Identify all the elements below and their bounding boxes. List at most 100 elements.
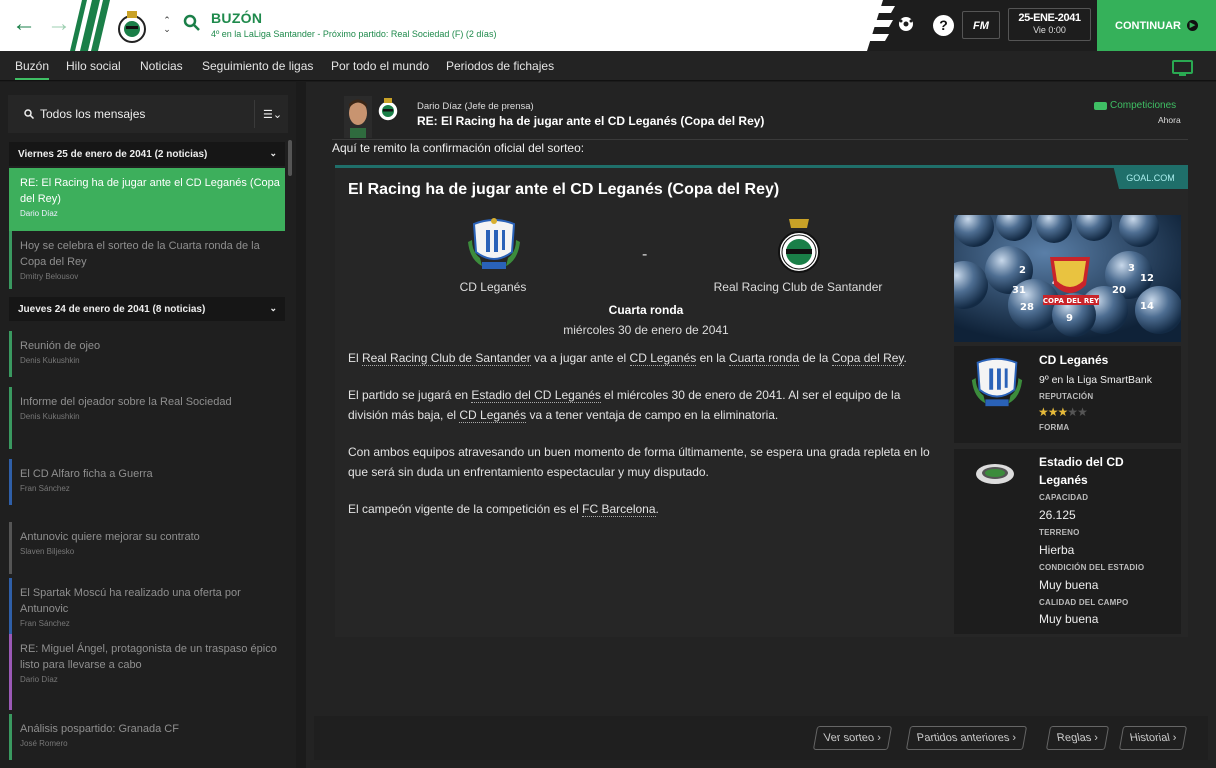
article-paragraph: El campeón vigente de la competición es … [348,499,938,519]
message-filter[interactable]: Todos los mensajes ☰⌄ [8,95,288,133]
team-link[interactable]: CD Leganés [629,351,697,366]
chevron-down-icon: ⌄ [269,303,277,313]
capacity-label: CAPACIDAD [1039,493,1089,502]
list-item[interactable]: Antunovic quiere mejorar su contrato Sla… [9,522,285,574]
list-item[interactable]: Reunión de ojeo Denis Kukushkin [9,331,285,377]
history-button[interactable]: Historial › [1118,726,1188,750]
game-date-display[interactable]: 25-ENE-2041 Vie 0:00 [1008,8,1091,41]
stadium-info-card[interactable]: Estadio del CD Leganés CAPACIDAD 26.125 … [954,449,1181,634]
date-group-label: Viernes 25 de enero de 2041 (2 noticias) [18,149,208,160]
button-label: Partidos anteriores [915,732,1011,744]
header-stripes-decoration [70,0,110,51]
date-group-header[interactable]: Viernes 25 de enero de 2041 (2 noticias)… [9,142,285,166]
sort-menu-icon[interactable]: ☰⌄ [263,108,282,121]
tab-buzon[interactable]: Buzón [15,59,50,80]
continue-label: CONTINUAR [1115,19,1181,32]
message-title: Hoy se celebra el sorteo de la Cuarta ro… [20,240,260,268]
stadium-link[interactable]: Estadio del CD Leganés [471,388,601,403]
tab-periodos-fichajes[interactable]: Periodos de fichajes [446,59,554,73]
star-filled-icon: ★ [1047,405,1059,419]
svg-text:12: 12 [1140,273,1154,284]
message-author: Fran Sánchez [20,619,70,628]
list-item[interactable]: El Spartak Moscú ha realizado una oferta… [9,578,285,638]
fm-menu-button[interactable]: FM [962,11,1000,39]
pitch-quality-label: CALIDAD DEL CAMPO [1039,598,1129,607]
list-item[interactable]: RE: Miguel Ángel, protagonista de un tra… [9,634,285,710]
previous-matches-button[interactable]: Partidos anteriores › [905,726,1028,750]
message-title: RE: El Racing ha de jugar ante el CD Leg… [20,177,280,205]
next-match-subtitle[interactable]: 4º en la LaLiga Santander - Próximo part… [211,29,496,39]
article-paragraph: Con ambos equipos atravesando un buen mo… [348,445,930,479]
club-crest-icon[interactable] [116,9,148,45]
svg-text:9: 9 [1066,313,1073,324]
stadium-name-line1[interactable]: Estadio del CD [1039,455,1124,469]
continue-button[interactable]: CONTINUAR ▶ [1097,0,1216,51]
svg-text:20: 20 [1112,285,1126,296]
message-author: Slaven Biljesko [20,547,75,556]
message-title: El CD Alfaro ficha a Guerra [20,468,153,480]
round-link[interactable]: Cuarta ronda [728,351,799,366]
scrollbar[interactable] [288,140,292,176]
message-author: José Romero [20,739,68,748]
stadium-name-line2[interactable]: Leganés [1039,473,1088,487]
club-crest-icon [377,98,399,122]
match-date: miércoles 30 de enero de 2041 [563,323,729,337]
star-filled-icon: ★ [1057,405,1069,419]
divider [254,100,255,128]
sender-avatar[interactable] [344,96,372,138]
club-name[interactable]: CD Leganés [1039,353,1108,367]
chevron-down-icon: ⌄ [269,148,277,158]
tab-seguimiento-ligas[interactable]: Seguimiento de ligas [202,59,313,73]
competition-link[interactable]: Copa del Rey [831,351,904,366]
category-label: Competiciones [1110,100,1177,111]
football-icon[interactable] [898,16,914,32]
filter-label: Todos los mensajes [40,107,146,121]
sender-name[interactable]: Dario Díaz (Jefe de prensa) [417,101,534,112]
tab-noticias[interactable]: Noticias [140,59,183,73]
message-author: Dario Díaz [20,209,58,218]
rules-button[interactable]: Reglas › [1045,726,1110,750]
club-info-card[interactable]: CD Leganés 9º en la Liga SmartBank REPUT… [954,346,1181,443]
leganes-crest-icon [971,357,1023,407]
club-switch-arrows-icon[interactable]: ⌃ ⌄ [160,16,174,34]
date-group-header[interactable]: Jueves 24 de enero de 2041 (8 noticias) … [9,297,285,321]
tab-por-todo-el-mundo[interactable]: Por todo el mundo [331,59,429,73]
away-team-name[interactable]: Real Racing Club de Santander [698,280,898,294]
list-item[interactable]: RE: El Racing ha de jugar ante el CD Leg… [9,168,285,231]
list-item[interactable]: Hoy se celebra el sorteo de la Cuarta ro… [9,231,285,289]
message-author: Fran Sánchez [20,484,70,493]
surface-value: Hierba [1039,543,1075,557]
list-item[interactable]: Informe del ojeador sobre la Real Socied… [9,387,285,449]
cup-caption: COPA DEL REY [1043,297,1100,305]
versus-separator: - [642,246,648,263]
game-date: 25-ENE-2041 [1018,12,1081,24]
message-author: Denis Kukushkin [20,356,80,365]
help-button[interactable]: ? [933,15,954,36]
button-label: Historial [1128,732,1171,744]
list-item[interactable]: El CD Alfaro ficha a Guerra Fran Sánchez [9,459,285,505]
article-body: El Real Racing Club de Santander va a ju… [348,348,938,536]
search-icon [24,109,34,119]
back-arrow-icon[interactable]: ← [12,12,36,36]
text: va a tener ventaja de campo en la elimin… [526,408,779,422]
star-filled-icon: ★ [1038,405,1049,419]
message-subject: RE: El Racing ha de jugar ante el CD Leg… [417,114,765,128]
text: El campeón vigente de la competición es … [348,502,583,516]
view-draw-button[interactable]: Ver sorteo › [812,726,892,750]
leganes-crest-icon[interactable] [464,216,524,272]
team-link[interactable]: Real Racing Club de Santander [362,351,531,366]
ticket-icon [1094,101,1107,110]
form-label: FORMA [1039,423,1070,432]
racing-crest-icon[interactable] [776,216,822,274]
tv-icon[interactable] [1172,60,1193,76]
team-link[interactable]: CD Leganés [459,408,527,423]
category-link[interactable]: Competiciones [1094,100,1176,111]
search-icon[interactable] [183,14,201,32]
team-link[interactable]: FC Barcelona [582,502,656,517]
reputation-label: REPUTACIÓN [1039,392,1094,401]
forward-arrow-icon[interactable]: → [47,12,71,36]
list-item[interactable]: Análisis pospartido: Granada CF José Rom… [9,714,285,760]
text: El partido se jugará en [348,388,472,402]
tab-hilo-social[interactable]: Hilo social [66,59,121,73]
home-team-name[interactable]: CD Leganés [440,280,546,294]
